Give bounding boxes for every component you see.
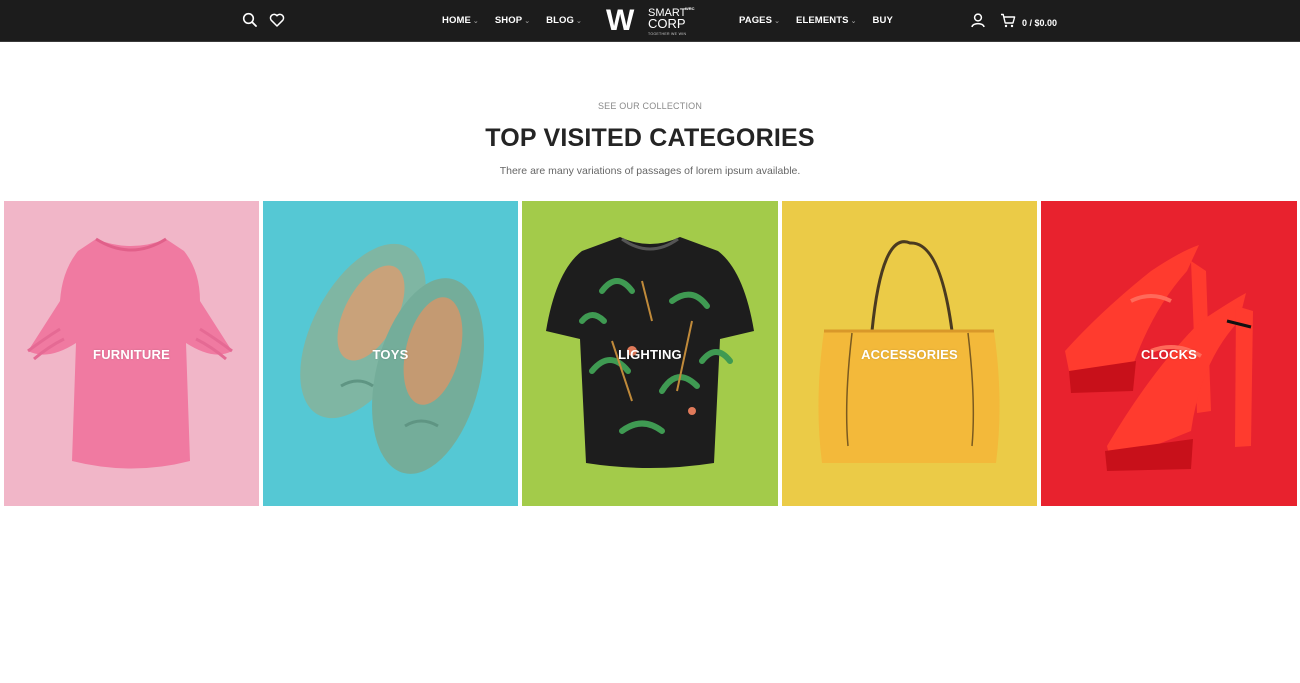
chevron-down-icon: ⌄ <box>524 17 531 25</box>
nav-home[interactable]: HOME ⌄ <box>442 15 479 26</box>
section-heading: TOP VISITED CATEGORIES <box>485 124 815 152</box>
category-tile-toys[interactable]: TOYS <box>263 201 518 506</box>
logo-sup: WRC <box>685 6 695 11</box>
section-subtitle: There are many variations of passages of… <box>499 165 801 177</box>
nav-shop-label: SHOP <box>494 15 523 26</box>
user-icon[interactable] <box>969 11 987 29</box>
category-tile-lighting[interactable]: LIGHTING <box>522 201 778 506</box>
chevron-down-icon: ⌄ <box>472 17 479 25</box>
category-label: TOYS <box>372 347 409 362</box>
nav-elements[interactable]: ELEMENTS ⌄ <box>796 15 857 26</box>
nav-shop[interactable]: SHOP ⌄ <box>495 15 530 26</box>
category-tile-clocks[interactable]: CLOCKS <box>1041 201 1297 506</box>
category-tile-furniture[interactable]: FURNITURE <box>4 201 259 506</box>
nav-buy-label: BUY <box>872 15 893 26</box>
category-label: FURNITURE <box>93 347 170 362</box>
nav-left: HOME ⌄ SHOP ⌄ BLOG ⌄ <box>442 0 598 41</box>
nav-right: PAGES ⌄ ELEMENTS ⌄ BUY <box>739 0 909 41</box>
category-label: LIGHTING <box>618 347 682 362</box>
chevron-down-icon: ⌄ <box>774 17 781 25</box>
heart-icon[interactable] <box>268 11 286 29</box>
chevron-down-icon: ⌄ <box>576 17 582 25</box>
category-tile-accessories[interactable]: ACCESSORIES <box>782 201 1037 506</box>
logo-line2: CORP <box>648 16 686 31</box>
nav-blog[interactable]: BLOG ⌄ <box>546 15 582 26</box>
header-bar: HOME ⌄ SHOP ⌄ BLOG ⌄ W SMART CORP WRC TOGET… <box>0 0 1300 42</box>
chevron-down-icon: ⌄ <box>850 17 857 25</box>
logo-tagline: TOGETHER WE WIN <box>648 32 687 36</box>
cart-icon <box>1000 13 1016 33</box>
nav-home-label: HOME <box>442 15 471 26</box>
nav-pages[interactable]: PAGES ⌄ <box>739 15 780 26</box>
nav-buy[interactable]: BUY <box>873 15 893 26</box>
category-label: ACCESSORIES <box>861 347 958 362</box>
nav-pages-label: PAGES <box>739 15 773 26</box>
category-label: CLOCKS <box>1140 347 1198 362</box>
nav-blog-label: BLOG <box>546 15 575 26</box>
logo-mark: W <box>606 4 634 37</box>
nav-elements-label: ELEMENTS <box>796 15 849 26</box>
cart-total: 0 / $0.00 <box>1022 18 1058 28</box>
site-logo[interactable]: W SMART CORP WRC TOGETHER WE WIN <box>604 4 698 38</box>
section-eyebrow: SEE OUR COLLECTION <box>597 101 703 111</box>
cart-button[interactable]: 0 / $0.00 <box>1000 13 1057 33</box>
search-icon[interactable] <box>241 11 259 29</box>
